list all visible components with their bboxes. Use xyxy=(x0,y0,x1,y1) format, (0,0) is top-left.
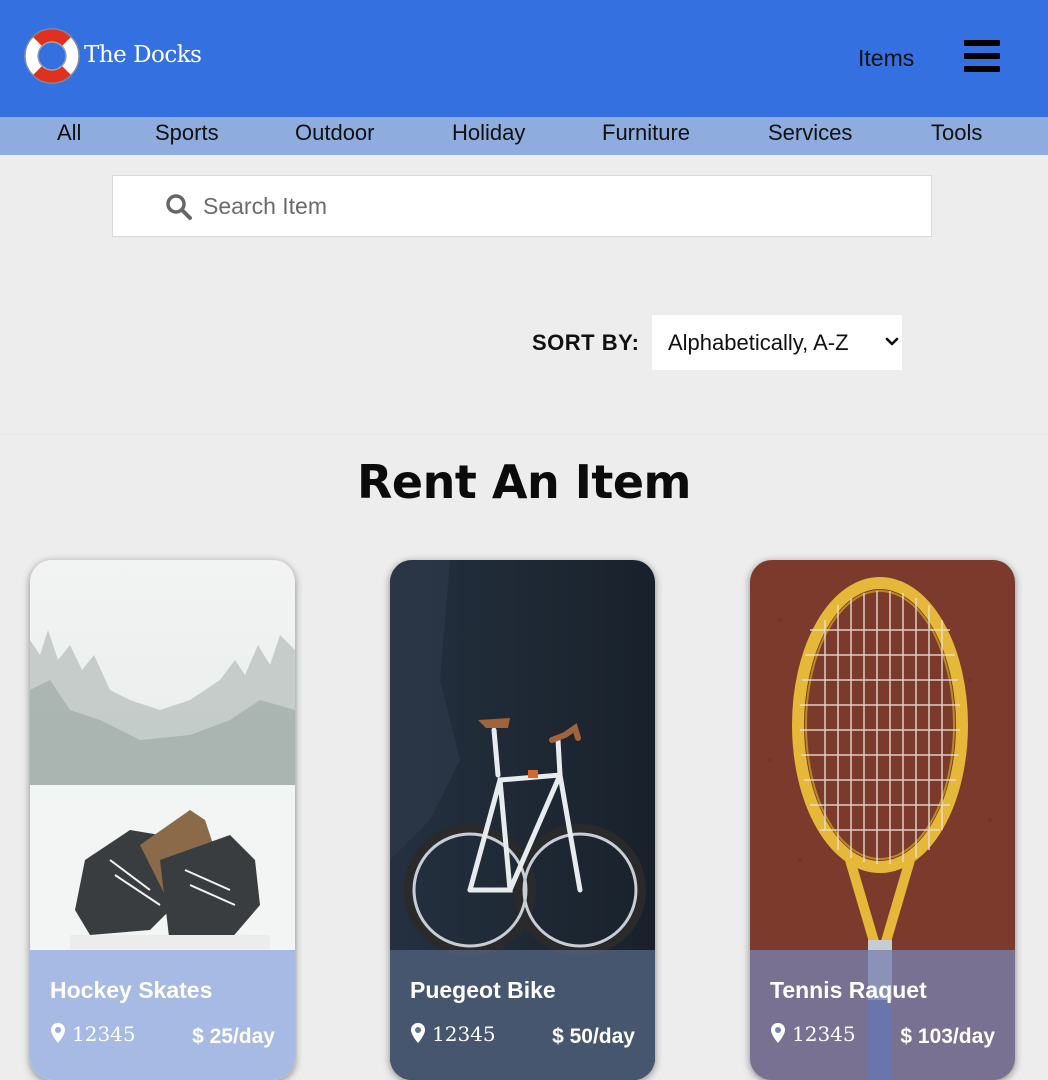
item-card[interactable]: Tennis Raquet 12345 $ 103/day xyxy=(750,560,1015,1080)
item-card-info: Tennis Raquet 12345 $ 103/day xyxy=(750,950,1015,1080)
items-nav-link[interactable]: Items xyxy=(858,45,914,72)
item-location-code: 12345 xyxy=(792,1022,856,1046)
item-card-info: Hockey Skates 12345 $ 25/day xyxy=(30,950,295,1080)
item-name: Puegeot Bike xyxy=(410,977,556,1003)
category-furniture[interactable]: Furniture xyxy=(602,120,690,146)
item-name: Tennis Raquet xyxy=(770,977,927,1003)
item-location: 12345 xyxy=(50,1022,136,1046)
search-input[interactable] xyxy=(203,186,903,226)
category-tools[interactable]: Tools xyxy=(931,120,982,146)
sort-selected-value: Alphabetically, A-Z xyxy=(668,330,849,355)
search-box xyxy=(112,175,932,237)
map-pin-icon xyxy=(51,1023,65,1043)
map-pin-icon xyxy=(411,1023,425,1043)
category-sports[interactable]: Sports xyxy=(155,120,219,146)
section-divider xyxy=(0,433,1048,435)
lifebuoy-logo-icon[interactable] xyxy=(22,26,82,86)
item-location-code: 12345 xyxy=(72,1022,136,1046)
item-location: 12345 xyxy=(770,1022,856,1046)
chevron-down-icon xyxy=(885,337,899,346)
item-price: $ 25/day xyxy=(192,1025,275,1048)
category-all[interactable]: All xyxy=(57,120,81,146)
item-location-code: 12345 xyxy=(432,1022,496,1046)
item-card[interactable]: Hockey Skates 12345 $ 25/day xyxy=(30,560,295,1080)
category-bar: All Sports Outdoor Holiday Furniture Ser… xyxy=(0,117,1048,155)
item-card[interactable]: Puegeot Bike 12345 $ 50/day xyxy=(390,560,655,1080)
hamburger-menu-icon[interactable] xyxy=(964,40,1000,72)
category-holiday[interactable]: Holiday xyxy=(452,120,525,146)
page-title: Rent An Item xyxy=(357,455,691,509)
sort-select[interactable]: Alphabetically, A-Z xyxy=(652,315,902,370)
top-navbar: The Docks Items xyxy=(0,0,1048,117)
brand-name[interactable]: The Docks xyxy=(84,42,202,68)
map-pin-icon xyxy=(771,1023,785,1043)
item-location: 12345 xyxy=(410,1022,496,1046)
item-name: Hockey Skates xyxy=(50,977,213,1003)
search-icon xyxy=(166,194,192,220)
category-outdoor[interactable]: Outdoor xyxy=(295,120,375,146)
item-price: $ 50/day xyxy=(552,1025,635,1048)
category-services[interactable]: Services xyxy=(768,120,852,146)
item-card-info: Puegeot Bike 12345 $ 50/day xyxy=(390,950,655,1080)
item-price: $ 103/day xyxy=(900,1025,995,1048)
sort-label: SORT BY: xyxy=(532,330,640,355)
